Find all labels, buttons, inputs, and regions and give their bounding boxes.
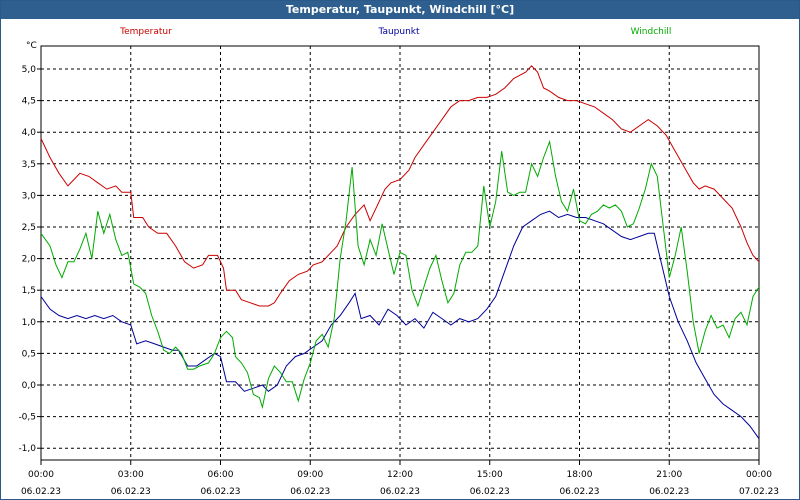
x-tick-label-time: 09:00 <box>297 470 323 480</box>
x-tick-label-date: 06.02.23 <box>470 487 510 497</box>
legend-item-temperatur: Temperatur <box>119 27 172 37</box>
y-tick-label: 3,0 <box>22 191 37 201</box>
x-tick-label-date: 06.02.23 <box>290 487 330 497</box>
chart: 5,0 4,5 4,0 3,5 3,0 2,5 2,0 1,5 1,0 0,5 0,0 -0,5 -1,… <box>18 27 779 497</box>
y-tick-label: 5,0 <box>22 65 37 75</box>
window-title: Temperatur, Taupunkt, Windchill [°C] <box>1 1 799 19</box>
x-tick-label-date: 07.02.23 <box>739 487 779 497</box>
y-tick-label: 2,5 <box>22 223 36 233</box>
x-tick-label-time: 21:00 <box>656 470 682 480</box>
chart-window: Temperatur, Taupunkt, Windchill [°C] 5,0… <box>0 0 800 500</box>
x-tick-label-time: 12:00 <box>387 470 413 480</box>
y-tick-label: 4,5 <box>22 97 36 107</box>
legend-item-windchill: Windchill <box>631 27 672 37</box>
x-tick-label-date: 06.02.23 <box>21 487 61 497</box>
x-tick-label-date: 06.02.23 <box>111 487 151 497</box>
y-tick-label: 0,0 <box>22 381 37 391</box>
y-tick-label: 4,0 <box>22 128 37 138</box>
y-tick-label: -1,0 <box>18 444 36 454</box>
x-tick-label-time: 03:00 <box>118 470 144 480</box>
y-tick-label: 3,5 <box>22 160 36 170</box>
x-tick-label-time: 00:00 <box>28 470 54 480</box>
y-tick-label: 2,0 <box>22 255 37 265</box>
y-tick-label: 0,5 <box>22 349 36 359</box>
y-tick-label: -0,5 <box>18 413 36 423</box>
x-tick-label-date: 06.02.23 <box>380 487 420 497</box>
y-tick-label: 1,0 <box>22 318 37 328</box>
x-tick-label-time: 00:00 <box>746 470 772 480</box>
y-tick-label: 1,5 <box>22 286 36 296</box>
x-tick-label-time: 18:00 <box>567 470 593 480</box>
x-tick-label-date: 06.02.23 <box>200 487 240 497</box>
x-tick-label-time: 06:00 <box>208 470 234 480</box>
x-tick-label-date: 06.02.23 <box>559 487 599 497</box>
legend: Temperatur Taupunkt Windchill <box>119 27 671 37</box>
legend-item-taupunkt: Taupunkt <box>377 27 420 37</box>
axes: 5,0 4,5 4,0 3,5 3,0 2,5 2,0 1,5 1,0 0,5 0,0 -0,5 -1,… <box>18 41 779 497</box>
y-axis-label: °C <box>26 41 37 51</box>
x-tick-label-time: 15:00 <box>477 470 503 480</box>
x-tick-label-date: 06.02.23 <box>649 487 689 497</box>
